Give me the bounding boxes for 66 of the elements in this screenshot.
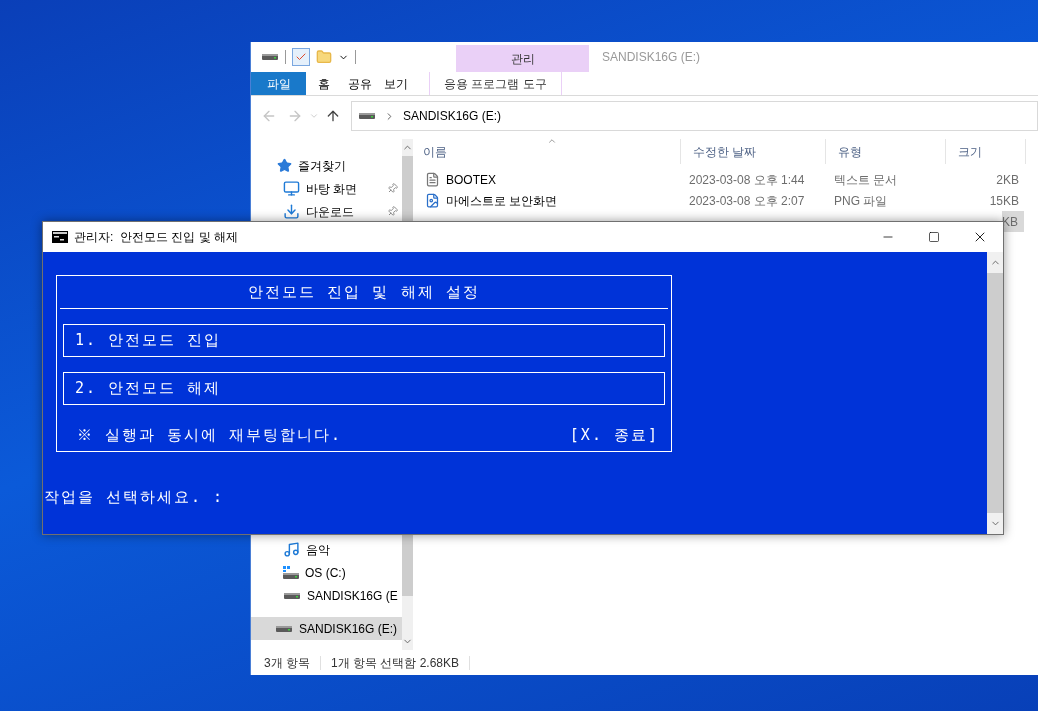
drive-icon <box>284 592 300 599</box>
sidebar-label: SANDISK16G (E <box>307 587 398 605</box>
file-type: PNG 파일 <box>834 193 888 208</box>
context-group-label: 관리 <box>456 45 589 72</box>
ribbon-tab[interactable]: 공유 <box>342 72 378 95</box>
sidebar-item[interactable]: 음악 <box>251 538 402 561</box>
sidebar-item[interactable]: SANDISK16G (E:) <box>251 617 402 640</box>
star-icon <box>277 158 292 173</box>
file-name: BOOTEX <box>446 171 496 189</box>
column-header[interactable]: 유형 <box>826 139 946 164</box>
drive-icon <box>262 54 278 60</box>
ribbon-tab[interactable]: 보기 <box>378 72 414 95</box>
modified-date: 2023-03-08 오후 1:44 <box>689 172 805 187</box>
exit-option[interactable]: [X. 종료] <box>569 423 659 446</box>
column-header[interactable]: 이름 <box>411 139 681 164</box>
modified-date: 2023-03-08 오후 2:07 <box>689 193 805 208</box>
selection-info: 1개 항목 선택함 2.68KB <box>331 654 460 672</box>
recent-locations-icon[interactable] <box>309 111 319 121</box>
text-file-icon <box>425 172 440 187</box>
sidebar-item[interactable]: OS (C:) <box>251 561 402 584</box>
sort-icon <box>547 136 557 146</box>
sidebar-label: SANDISK16G (E:) <box>299 620 398 638</box>
file-name: 마에스트로 보안화면 <box>446 192 558 210</box>
item-count: 3개 항목 <box>264 654 310 672</box>
image-file-icon <box>425 193 440 208</box>
drive-icon <box>359 113 375 119</box>
address-bar[interactable]: SANDISK16G (E:) <box>351 101 1038 131</box>
column-header[interactable]: 크기 <box>946 139 1026 164</box>
music-note-icon <box>283 541 300 558</box>
sidebar-item[interactable]: 다운로드 <box>251 200 402 223</box>
back-icon[interactable] <box>261 108 277 124</box>
reboot-note: ※ 실행과 동시에 재부팅합니다. <box>77 424 343 446</box>
sidebar-item[interactable]: SANDISK16G (E <box>251 584 402 607</box>
file-size: 15KB <box>989 193 1019 208</box>
desktop-icon <box>283 180 300 197</box>
drive-icon <box>276 625 292 632</box>
ribbon-tab[interactable]: 홈 <box>306 72 342 95</box>
file-row[interactable]: BOOTEX 2023-03-08 오후 1:44 텍스트 문서 2KB <box>411 169 1024 190</box>
menu-option[interactable]: 1. 안전모드 진입 <box>63 323 665 357</box>
window-title: SANDISK16G (E:) <box>602 49 701 66</box>
sidebar-label: 즐겨찾기 <box>298 157 346 175</box>
column-header[interactable]: 수정한 날짜 <box>681 139 826 164</box>
ribbon-tab[interactable]: 파일 <box>251 72 306 95</box>
sidebar-label: OS (C:) <box>305 564 346 582</box>
panel-title: 안전모드 진입 및 해제 설정 <box>247 282 481 303</box>
file-size: 2KB <box>996 172 1019 187</box>
address-text: SANDISK16G (E:) <box>403 108 502 125</box>
file-type: 텍스트 문서 <box>834 172 898 187</box>
forward-icon[interactable] <box>287 108 303 124</box>
window-title: 관리자: 안전모드 진입 및 해제 <box>74 229 238 246</box>
properties-icon[interactable] <box>292 48 310 66</box>
sidebar-label: 다운로드 <box>306 203 354 221</box>
console-icon <box>52 231 68 243</box>
up-icon[interactable] <box>325 108 341 124</box>
command-prompt: 작업을 선택하세요. : <box>44 487 226 508</box>
sidebar-label: 음악 <box>306 541 330 559</box>
download-icon <box>283 203 300 220</box>
system-drive-icon <box>283 566 299 579</box>
ribbon-tab[interactable]: 응용 프로그램 도구 <box>429 72 562 95</box>
sidebar-label: 바탕 화면 <box>306 180 358 198</box>
sidebar-item[interactable]: 즐겨찾기 <box>251 154 402 177</box>
menu-option[interactable]: 2. 안전모드 해제 <box>63 371 665 405</box>
folder-icon[interactable] <box>316 49 332 65</box>
sidebar-item[interactable]: 바탕 화면 <box>251 177 402 200</box>
file-row[interactable]: 마에스트로 보안화면 2023-03-08 오후 2:07 PNG 파일 15KB <box>411 190 1024 211</box>
maximize-icon <box>928 231 940 243</box>
